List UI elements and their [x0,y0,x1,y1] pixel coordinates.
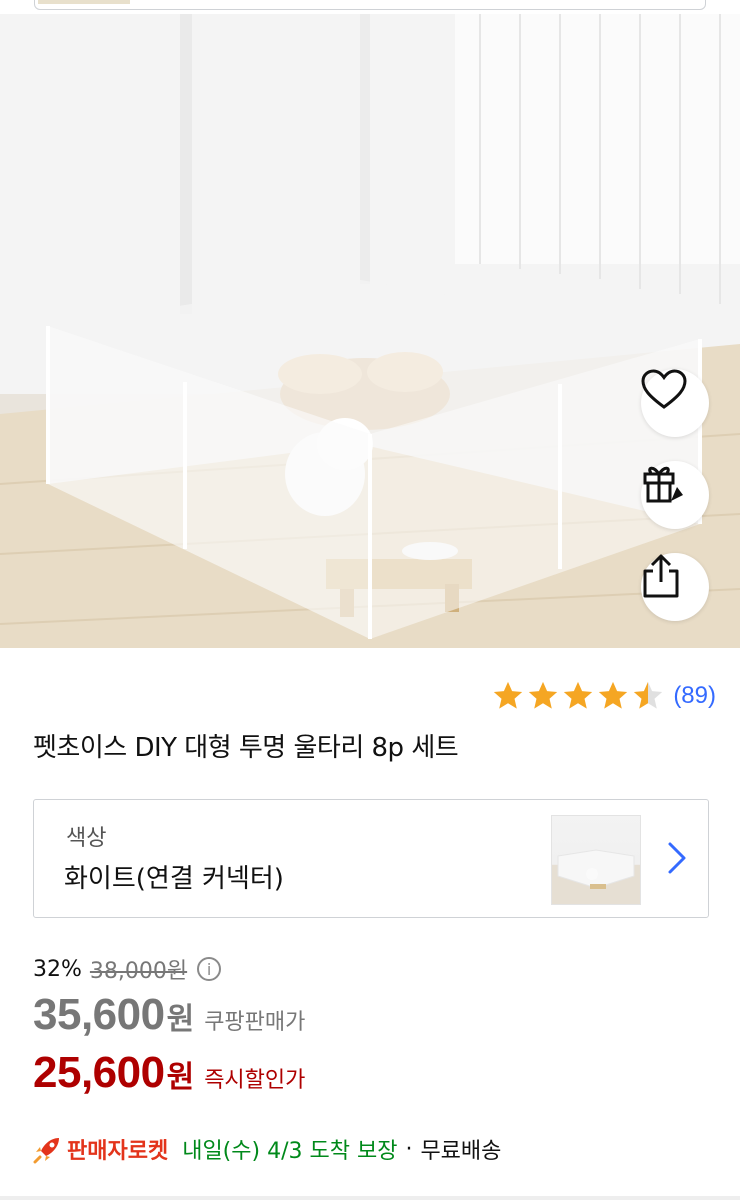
option-thumbnail [551,815,641,905]
star-full-icon [564,681,593,709]
heart-icon [641,369,687,409]
gift-icon [643,466,683,503]
gift-button[interactable] [641,461,709,529]
rating[interactable]: (89) [491,676,716,716]
playpen-illustration [0,14,740,648]
share-icon [643,554,679,598]
section-divider [0,1196,740,1200]
share-button[interactable] [641,553,709,621]
separator: · [405,1136,413,1162]
product-title: 펫초이스 DIY 대형 투명 울타리 8p 세트 [33,733,459,763]
option-selector[interactable]: 색상 화이트(연결 커넥터) [33,799,709,918]
instant-price-unit: 원 [166,1060,195,1095]
sale-price-label: 쿠팡판매가 [204,1010,306,1035]
star-full-icon [599,681,628,709]
instant-discount-price-row: 25,600 원 즉시할인가 [33,1048,305,1098]
option-value: 화이트(연결 커넥터) [64,864,284,894]
star-full-icon [529,681,558,709]
product-image[interactable] [0,14,740,648]
previous-card-edge [34,0,706,10]
option-thumbnail-image [557,849,635,889]
previous-thumbnail-edge [38,0,130,4]
discount-rate: 32% [33,956,82,982]
sale-price: 35,600 [33,990,165,1039]
free-shipping: 무료배송 [420,1139,502,1164]
instant-price: 25,600 [33,1048,165,1097]
coupang-sale-price-row: 35,600 원 쿠팡판매가 [33,990,305,1040]
original-price: 38,000원 [89,959,188,984]
star-half-icon [634,681,663,709]
sale-price-unit: 원 [166,1002,195,1037]
star-rating [491,679,665,713]
delivery-eta: 내일(수) 4/3 도착 보장 [182,1139,398,1164]
chevron-right-icon [668,842,686,874]
star-full-icon [494,681,523,709]
discount-row: 32% 38,000원 i [33,953,222,985]
rocket-icon [33,1138,59,1164]
instant-price-label: 즉시할인가 [204,1068,306,1093]
info-icon[interactable]: i [197,957,222,981]
option-label: 색상 [66,826,107,851]
review-count-link[interactable]: (89) [673,682,716,710]
seller-rocket-badge: 판매자로켓 [67,1139,169,1164]
top-strip [0,0,740,14]
delivery-info: 판매자로켓 내일(수) 4/3 도착 보장 · 무료배송 [33,1133,501,1165]
wishlist-button[interactable] [641,369,709,437]
